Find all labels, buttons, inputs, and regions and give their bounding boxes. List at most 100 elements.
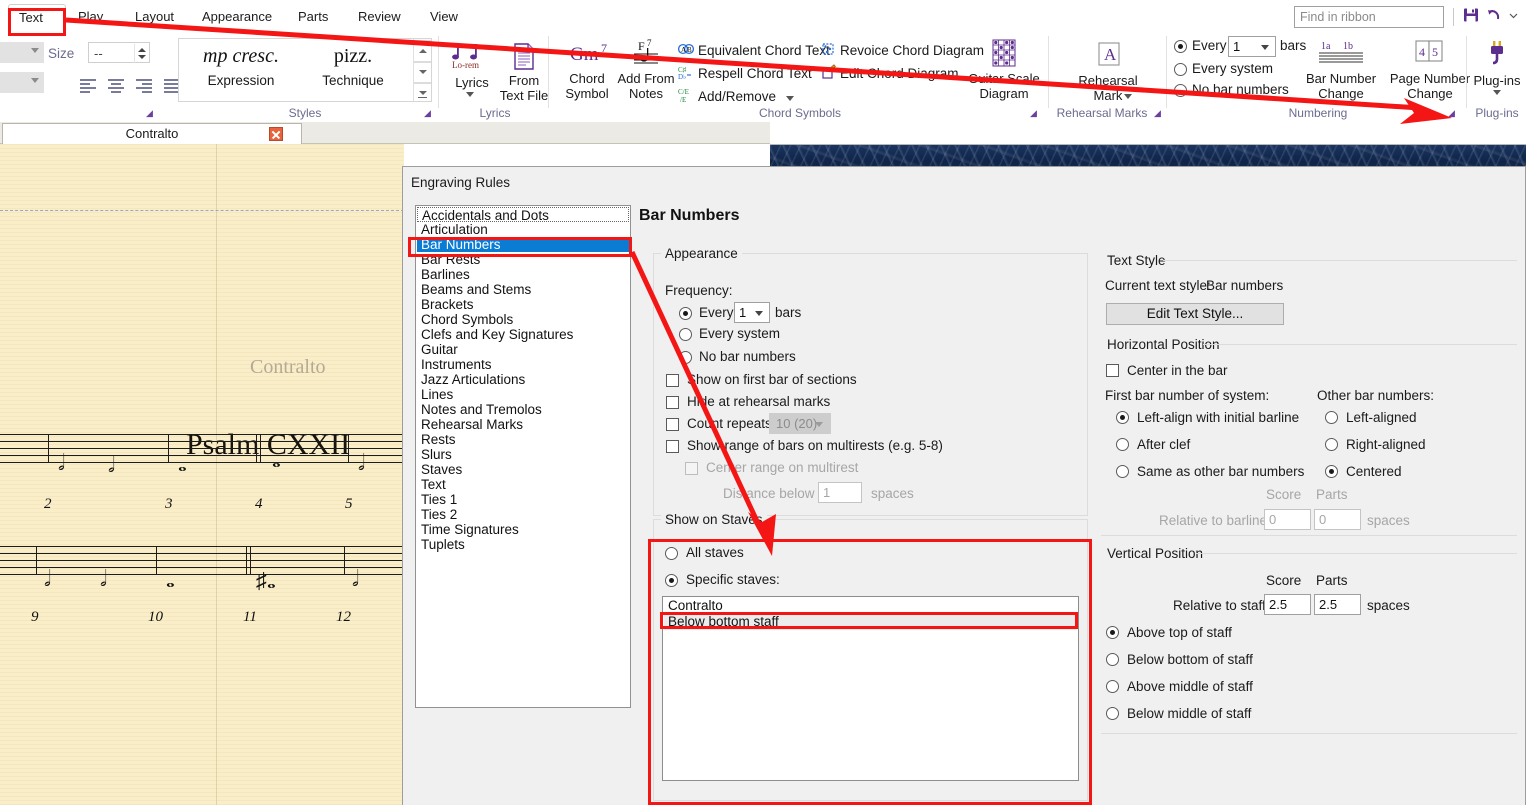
align-right-icon[interactable] [132, 74, 156, 96]
from-text-file-button[interactable]: From Text File [498, 40, 550, 103]
chevron-down-icon[interactable] [466, 92, 474, 97]
category-item[interactable]: Clefs and Key Signatures [417, 327, 629, 342]
text-styles-gallery[interactable]: mp cresc. Expression pizz. Technique [178, 38, 432, 102]
size-input[interactable]: -- [88, 42, 150, 63]
tab-view[interactable]: View [420, 4, 468, 30]
guitar-scale-diagram-button[interactable]: Guitar Scale Diagram [964, 36, 1044, 101]
ribbon-radio-every[interactable] [1174, 40, 1187, 53]
tab-layout[interactable]: Layout [125, 4, 184, 30]
category-item[interactable]: Slurs [417, 447, 629, 462]
edit-chord-diagram-button[interactable]: Edit Chord Diagram [840, 66, 959, 81]
undo-icon[interactable] [1486, 7, 1502, 23]
align-center-icon[interactable] [104, 74, 128, 96]
category-item[interactable]: Barlines [417, 267, 629, 282]
radio-below-middle-of-staff[interactable] [1106, 707, 1119, 720]
add-from-notes-button[interactable]: F 7 Add From Notes [616, 38, 676, 101]
gallery-scroll-up-icon[interactable] [414, 40, 431, 53]
radio-left-aligned[interactable] [1325, 411, 1338, 424]
page-number-change-button[interactable]: 4 5 Page Number Change [1386, 36, 1474, 101]
radio-right-aligned[interactable] [1325, 438, 1338, 451]
checkbox-hide-at-rehearsal-marks[interactable] [666, 396, 679, 409]
frequency-every-input[interactable]: 1 [734, 302, 770, 323]
tab-review[interactable]: Review [348, 4, 411, 30]
gallery-scrollbar[interactable] [413, 39, 431, 101]
gallery-expand-icon[interactable] [414, 82, 431, 98]
category-item[interactable]: Rehearsal Marks [417, 417, 629, 432]
category-item[interactable]: Beams and Stems [417, 282, 629, 297]
styles-dialog-launcher[interactable]: ◢ [424, 108, 431, 119]
category-list[interactable]: Accidentals and Dots Articulation Bar Nu… [415, 205, 631, 708]
category-item[interactable]: Accidentals and Dots [417, 207, 629, 223]
category-item[interactable]: Time Signatures [417, 522, 629, 537]
search-input[interactable]: Find in ribbon [1294, 6, 1444, 28]
category-item[interactable]: Rests [417, 432, 629, 447]
score-tab-contralto[interactable]: Contralto [2, 123, 302, 144]
category-item[interactable]: Guitar [417, 342, 629, 357]
radio-frequency-no-bar-numbers[interactable] [679, 351, 692, 364]
category-item[interactable]: Chord Symbols [417, 312, 629, 327]
save-icon[interactable] [1463, 7, 1479, 23]
gallery-scroll-down-icon[interactable] [414, 61, 431, 74]
checkbox-center-in-the-bar[interactable] [1106, 364, 1119, 377]
ribbon-radio-every-system[interactable] [1174, 63, 1187, 76]
category-item[interactable]: Jazz Articulations [417, 372, 629, 387]
staff-system-2[interactable]: 𝅗𝅥 𝅗𝅥 𝅝 ♯𝅝 𝅗𝅥 [0, 546, 404, 593]
tab-play[interactable]: Play [68, 4, 113, 30]
checkbox-show-range-on-multirests[interactable] [666, 440, 679, 453]
tab-appearance[interactable]: Appearance [192, 4, 282, 30]
gallery-item-expression[interactable]: mp cresc. Expression [185, 45, 297, 88]
respell-chord-text-button[interactable]: Respell Chord Text [698, 66, 812, 81]
ribbon-every-value[interactable]: 1 [1228, 36, 1276, 57]
rehearsal-mark-button[interactable]: A Rehearsal Mark [1060, 38, 1156, 103]
radio-after-clef[interactable] [1116, 438, 1129, 451]
rehearsal-marks-dialog-launcher[interactable]: ◢ [1154, 108, 1161, 119]
radio-frequency-every-system[interactable] [679, 328, 692, 341]
chord-symbols-dialog-launcher[interactable]: ◢ [1030, 108, 1037, 119]
category-item[interactable]: Text [417, 477, 629, 492]
equivalent-chord-text-button[interactable]: Equivalent Chord Text [698, 43, 830, 58]
lyrics-button[interactable]: Lo-rem Lyrics [448, 40, 496, 97]
radio-above-top-of-staff[interactable] [1106, 626, 1119, 639]
numbering-dialog-launcher[interactable]: ◢ [1448, 108, 1455, 119]
category-item[interactable]: Ties 1 [417, 492, 629, 507]
text-style-combo[interactable] [0, 72, 44, 93]
radio-below-bottom-of-staff[interactable] [1106, 653, 1119, 666]
count-repeats-dropdown[interactable]: 10 (20) [769, 413, 831, 434]
checkbox-show-on-first-bar[interactable] [666, 374, 679, 387]
font-dialog-launcher[interactable]: ◢ [146, 108, 153, 119]
size-stepper[interactable] [134, 44, 148, 63]
radio-centered[interactable] [1325, 465, 1338, 478]
category-item[interactable]: Brackets [417, 297, 629, 312]
chevron-down-icon[interactable] [786, 96, 794, 101]
close-icon[interactable] [269, 127, 283, 141]
category-item[interactable]: Staves [417, 462, 629, 477]
relative-to-staff-score-input[interactable]: 2.5 [1264, 594, 1311, 615]
chevron-down-icon[interactable] [1509, 11, 1518, 20]
align-left-icon[interactable] [76, 74, 100, 96]
category-item[interactable]: Ties 2 [417, 507, 629, 522]
tab-parts[interactable]: Parts [288, 4, 338, 30]
radio-same-as-other-bar-numbers[interactable] [1116, 465, 1129, 478]
font-family-combo[interactable] [0, 42, 44, 63]
checkbox-count-repeats[interactable] [666, 418, 679, 431]
gallery-item-technique[interactable]: pizz. Technique [299, 45, 407, 88]
add-remove-button[interactable]: Add/Remove [698, 89, 776, 104]
edit-text-style-button[interactable]: Edit Text Style... [1106, 303, 1284, 325]
plug-ins-button[interactable]: Plug-ins [1468, 38, 1526, 95]
bar-number-change-button[interactable]: 1a 1b Bar Number Change [1296, 36, 1386, 101]
category-item[interactable]: Instruments [417, 357, 629, 372]
chevron-down-icon[interactable] [1493, 90, 1501, 95]
relative-to-staff-parts-input[interactable]: 2.5 [1314, 594, 1361, 615]
category-item[interactable]: Notes and Tremolos [417, 402, 629, 417]
category-item[interactable]: Tuplets [417, 537, 629, 552]
ribbon-radio-no-bar-numbers[interactable] [1174, 84, 1187, 97]
category-item[interactable]: Articulation [417, 222, 629, 237]
chord-symbol-button[interactable]: Gm 7 Chord Symbol [558, 38, 616, 101]
radio-above-middle-of-staff[interactable] [1106, 680, 1119, 693]
chevron-down-icon[interactable] [1124, 94, 1132, 99]
radio-left-align-with-initial-barline[interactable] [1116, 411, 1129, 424]
staff-system-1[interactable]: 𝅗𝅥 𝅗𝅥 𝅝 𝅝 𝅗𝅥 [0, 434, 404, 477]
radio-frequency-every[interactable] [679, 307, 692, 320]
revoice-chord-diagram-button[interactable]: Revoice Chord Diagram [840, 43, 984, 58]
category-item[interactable]: Lines [417, 387, 629, 402]
